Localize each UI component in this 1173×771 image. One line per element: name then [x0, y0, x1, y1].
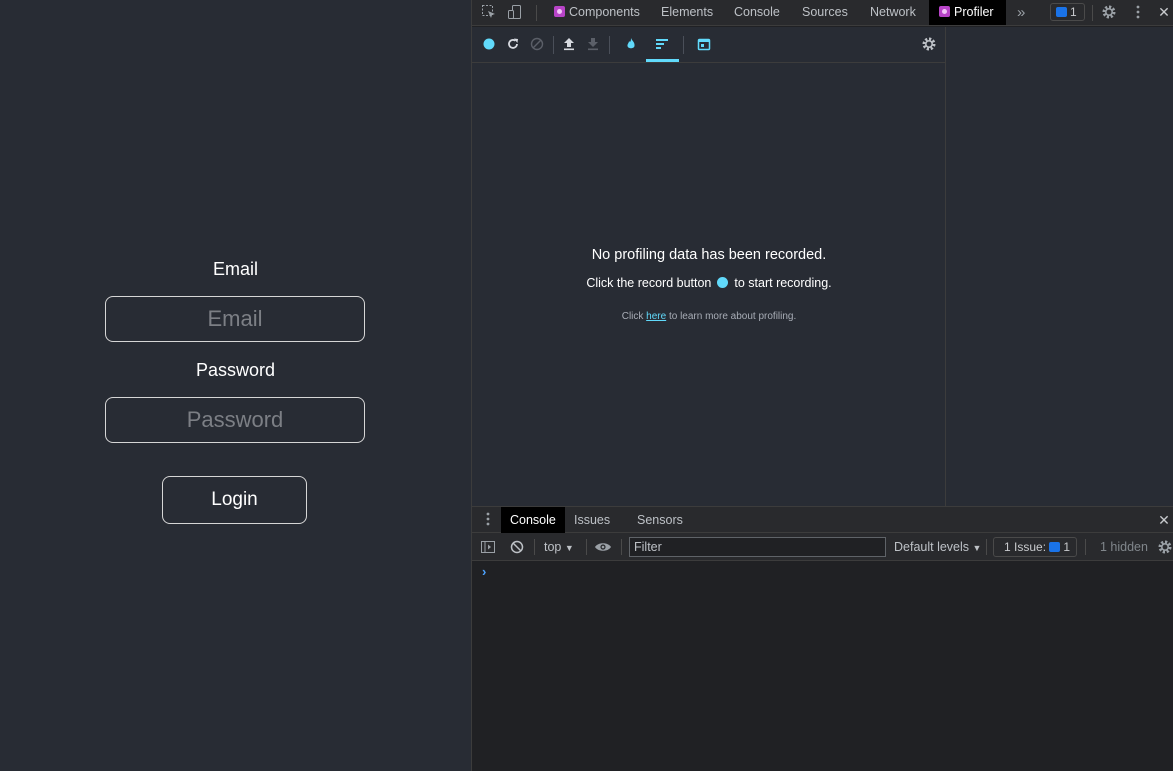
email-input[interactable] [105, 296, 365, 342]
device-toolbar-icon[interactable] [507, 4, 525, 22]
email-label: Email [212, 259, 258, 279]
issues-badge[interactable]: 1 [1050, 3, 1085, 21]
sidebar-toggle-icon[interactable] [480, 539, 498, 557]
profiler-settings-gear-icon[interactable] [921, 36, 937, 52]
clear-console-icon[interactable] [509, 539, 527, 557]
message-icon [1056, 7, 1067, 17]
close-drawer-button[interactable]: ✕ [1155, 507, 1173, 533]
drawer-tabbar: Console Issues Sensors ✕ [472, 506, 1173, 533]
context-selector-label: top [544, 540, 562, 554]
console-settings-gear-icon[interactable] [1157, 539, 1173, 557]
ranked-chart-icon[interactable] [654, 36, 670, 52]
eye-icon[interactable] [594, 539, 612, 557]
dropdown-arrow-icon: ▼ [972, 543, 982, 553]
separator [609, 36, 610, 54]
tab-elements[interactable]: Elements [655, 0, 719, 25]
learn-more-post: to learn more about profiling. [668, 311, 797, 322]
profiler-toolbar [472, 27, 946, 63]
inspect-element-icon[interactable] [481, 4, 499, 22]
drawer-tab-sensors[interactable]: Sensors [629, 507, 691, 533]
tab-components-label: Components [569, 5, 640, 19]
no-profiling-message: No profiling data has been recorded. [591, 247, 827, 263]
record-instructions: Click the record button to start recordin… [472, 276, 946, 290]
separator [586, 539, 587, 555]
learn-more-pre: Click [621, 311, 644, 322]
tab-network[interactable]: Network [864, 0, 922, 25]
more-options-icon[interactable] [1130, 4, 1148, 22]
drawer-tab-issues[interactable]: Issues [566, 507, 618, 533]
learn-more-text: Click here to learn more about profiling… [472, 311, 946, 322]
reload-and-profile-icon[interactable] [505, 36, 521, 52]
record-button-icon[interactable] [481, 36, 497, 52]
record-instructions-pre: Click the record button [586, 276, 712, 290]
gear-icon[interactable] [1101, 4, 1119, 22]
tab-console[interactable]: Console [728, 0, 786, 25]
separator [986, 539, 987, 555]
timeline-icon[interactable] [696, 36, 712, 52]
active-view-indicator [646, 59, 679, 62]
tab-network-label: Network [870, 5, 916, 19]
console-prompt[interactable]: › [482, 564, 486, 579]
separator [1085, 539, 1086, 555]
react-icon [939, 6, 950, 17]
close-devtools-button[interactable]: ✕ [1155, 0, 1173, 25]
login-app: Email Password Login [0, 0, 471, 771]
tab-console-label: Console [734, 5, 780, 19]
context-selector[interactable]: top ▼ [544, 533, 574, 561]
devtools-panel: Components Elements Console Sources Netw… [471, 0, 1173, 771]
console-toolbar: top ▼ Default levels ▼ 1 Issue: 1 1 hidd… [472, 533, 1173, 561]
tab-profiler-label: Profiler [954, 5, 994, 19]
log-levels-label: Default levels [894, 540, 970, 554]
separator [1092, 5, 1093, 21]
hidden-messages-count: 1 hidden [1100, 540, 1148, 554]
clear-profiling-icon[interactable] [529, 36, 545, 52]
save-profile-icon[interactable] [585, 36, 601, 52]
profiler-panel: No profiling data has been recorded. Cli… [472, 27, 946, 506]
more-tabs-button[interactable]: » [1011, 0, 1031, 25]
dropdown-arrow-icon: ▼ [564, 543, 574, 553]
issues-counter-count: 1 [1063, 540, 1071, 554]
drawer-menu-icon[interactable] [480, 511, 498, 529]
learn-more-link[interactable]: here [646, 311, 666, 322]
tab-elements-label: Elements [661, 5, 714, 19]
tab-sources[interactable]: Sources [796, 0, 854, 25]
separator [683, 36, 684, 54]
issues-badge-count: 1 [1070, 5, 1077, 19]
record-instructions-post: to start recording. [734, 276, 832, 290]
tab-components[interactable]: Components [548, 0, 646, 25]
separator [621, 539, 622, 555]
profiler-sidebar [946, 27, 1173, 506]
issues-counter-button[interactable]: 1 Issue: 1 [993, 537, 1078, 557]
password-input[interactable] [105, 397, 365, 443]
password-label: Password [195, 360, 276, 380]
react-icon [554, 6, 565, 17]
login-button[interactable]: Login [162, 476, 307, 524]
record-dot-icon [717, 277, 729, 288]
drawer-tab-console[interactable]: Console [501, 507, 565, 533]
separator [534, 539, 535, 555]
tab-sources-label: Sources [802, 5, 848, 19]
log-levels-dropdown[interactable]: Default levels ▼ [894, 533, 981, 561]
separator [536, 5, 537, 21]
separator [553, 36, 554, 54]
flame-chart-icon[interactable] [623, 36, 639, 52]
load-profile-icon[interactable] [561, 36, 577, 52]
message-icon [1049, 542, 1061, 552]
devtools-tabbar: Components Elements Console Sources Netw… [472, 0, 1173, 26]
issues-counter-label: 1 Issue: [1004, 540, 1047, 554]
tab-profiler[interactable]: Profiler [929, 0, 1006, 25]
filter-input[interactable] [629, 537, 886, 557]
